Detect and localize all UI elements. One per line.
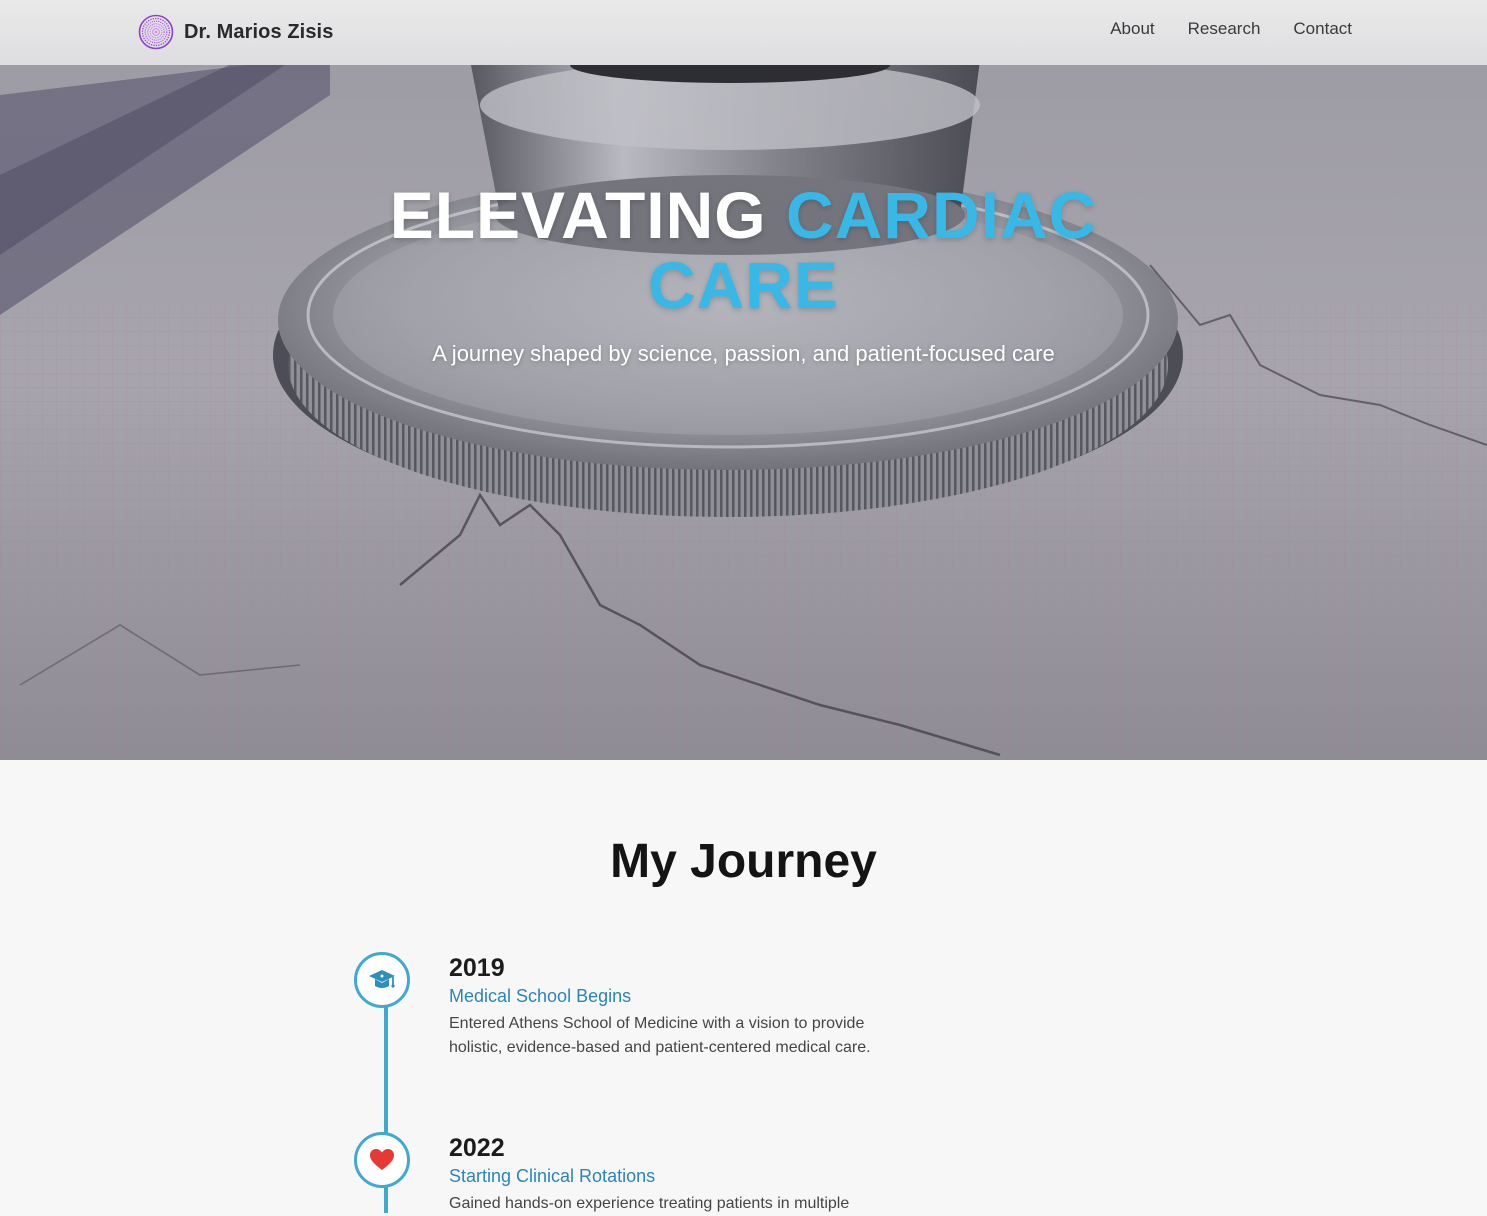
hero-section: ELEVATING CARDIAC CARE A journey shaped …: [0, 65, 1487, 760]
timeline-description: Gained hands-on experience treating pati…: [449, 1195, 850, 1212]
concentric-circles-logo-icon: [138, 14, 174, 50]
hero-title-accent-1: CARDIAC: [785, 178, 1098, 252]
timeline-marker-2019: [354, 952, 410, 1008]
timeline-year: 2019: [449, 954, 505, 982]
timeline-description: Entered Athens School of Medicine with a…: [449, 1015, 871, 1056]
top-navbar: Dr. Marios Zisis About Research Contact: [0, 0, 1487, 65]
nav-link-about[interactable]: About: [1110, 19, 1154, 39]
hero-overlay: [0, 65, 1487, 760]
hero-title: ELEVATING CARDIAC CARE: [0, 180, 1487, 320]
timeline-year: 2022: [449, 1134, 505, 1162]
brand-home-link[interactable]: Dr. Marios Zisis: [138, 14, 333, 50]
nav-link-research[interactable]: Research: [1188, 19, 1261, 39]
hero-title-accent-2: CARE: [647, 248, 839, 322]
heart-icon: [370, 1149, 394, 1170]
nav-link-contact[interactable]: Contact: [1293, 19, 1352, 39]
hero-subtitle: A journey shaped by science, passion, an…: [432, 341, 1055, 366]
graduation-cap-icon: [369, 970, 395, 988]
hero-title-white: ELEVATING: [389, 178, 767, 252]
timeline-marker-2022: [354, 1132, 410, 1188]
journey-title: My Journey: [610, 835, 877, 888]
timeline-heading[interactable]: Medical School Begins: [449, 986, 631, 1007]
main-nav: About Research Contact: [1077, 19, 1352, 39]
brand-name: Dr. Marios Zisis: [184, 20, 334, 43]
timeline-heading[interactable]: Starting Clinical Rotations: [449, 1166, 655, 1187]
